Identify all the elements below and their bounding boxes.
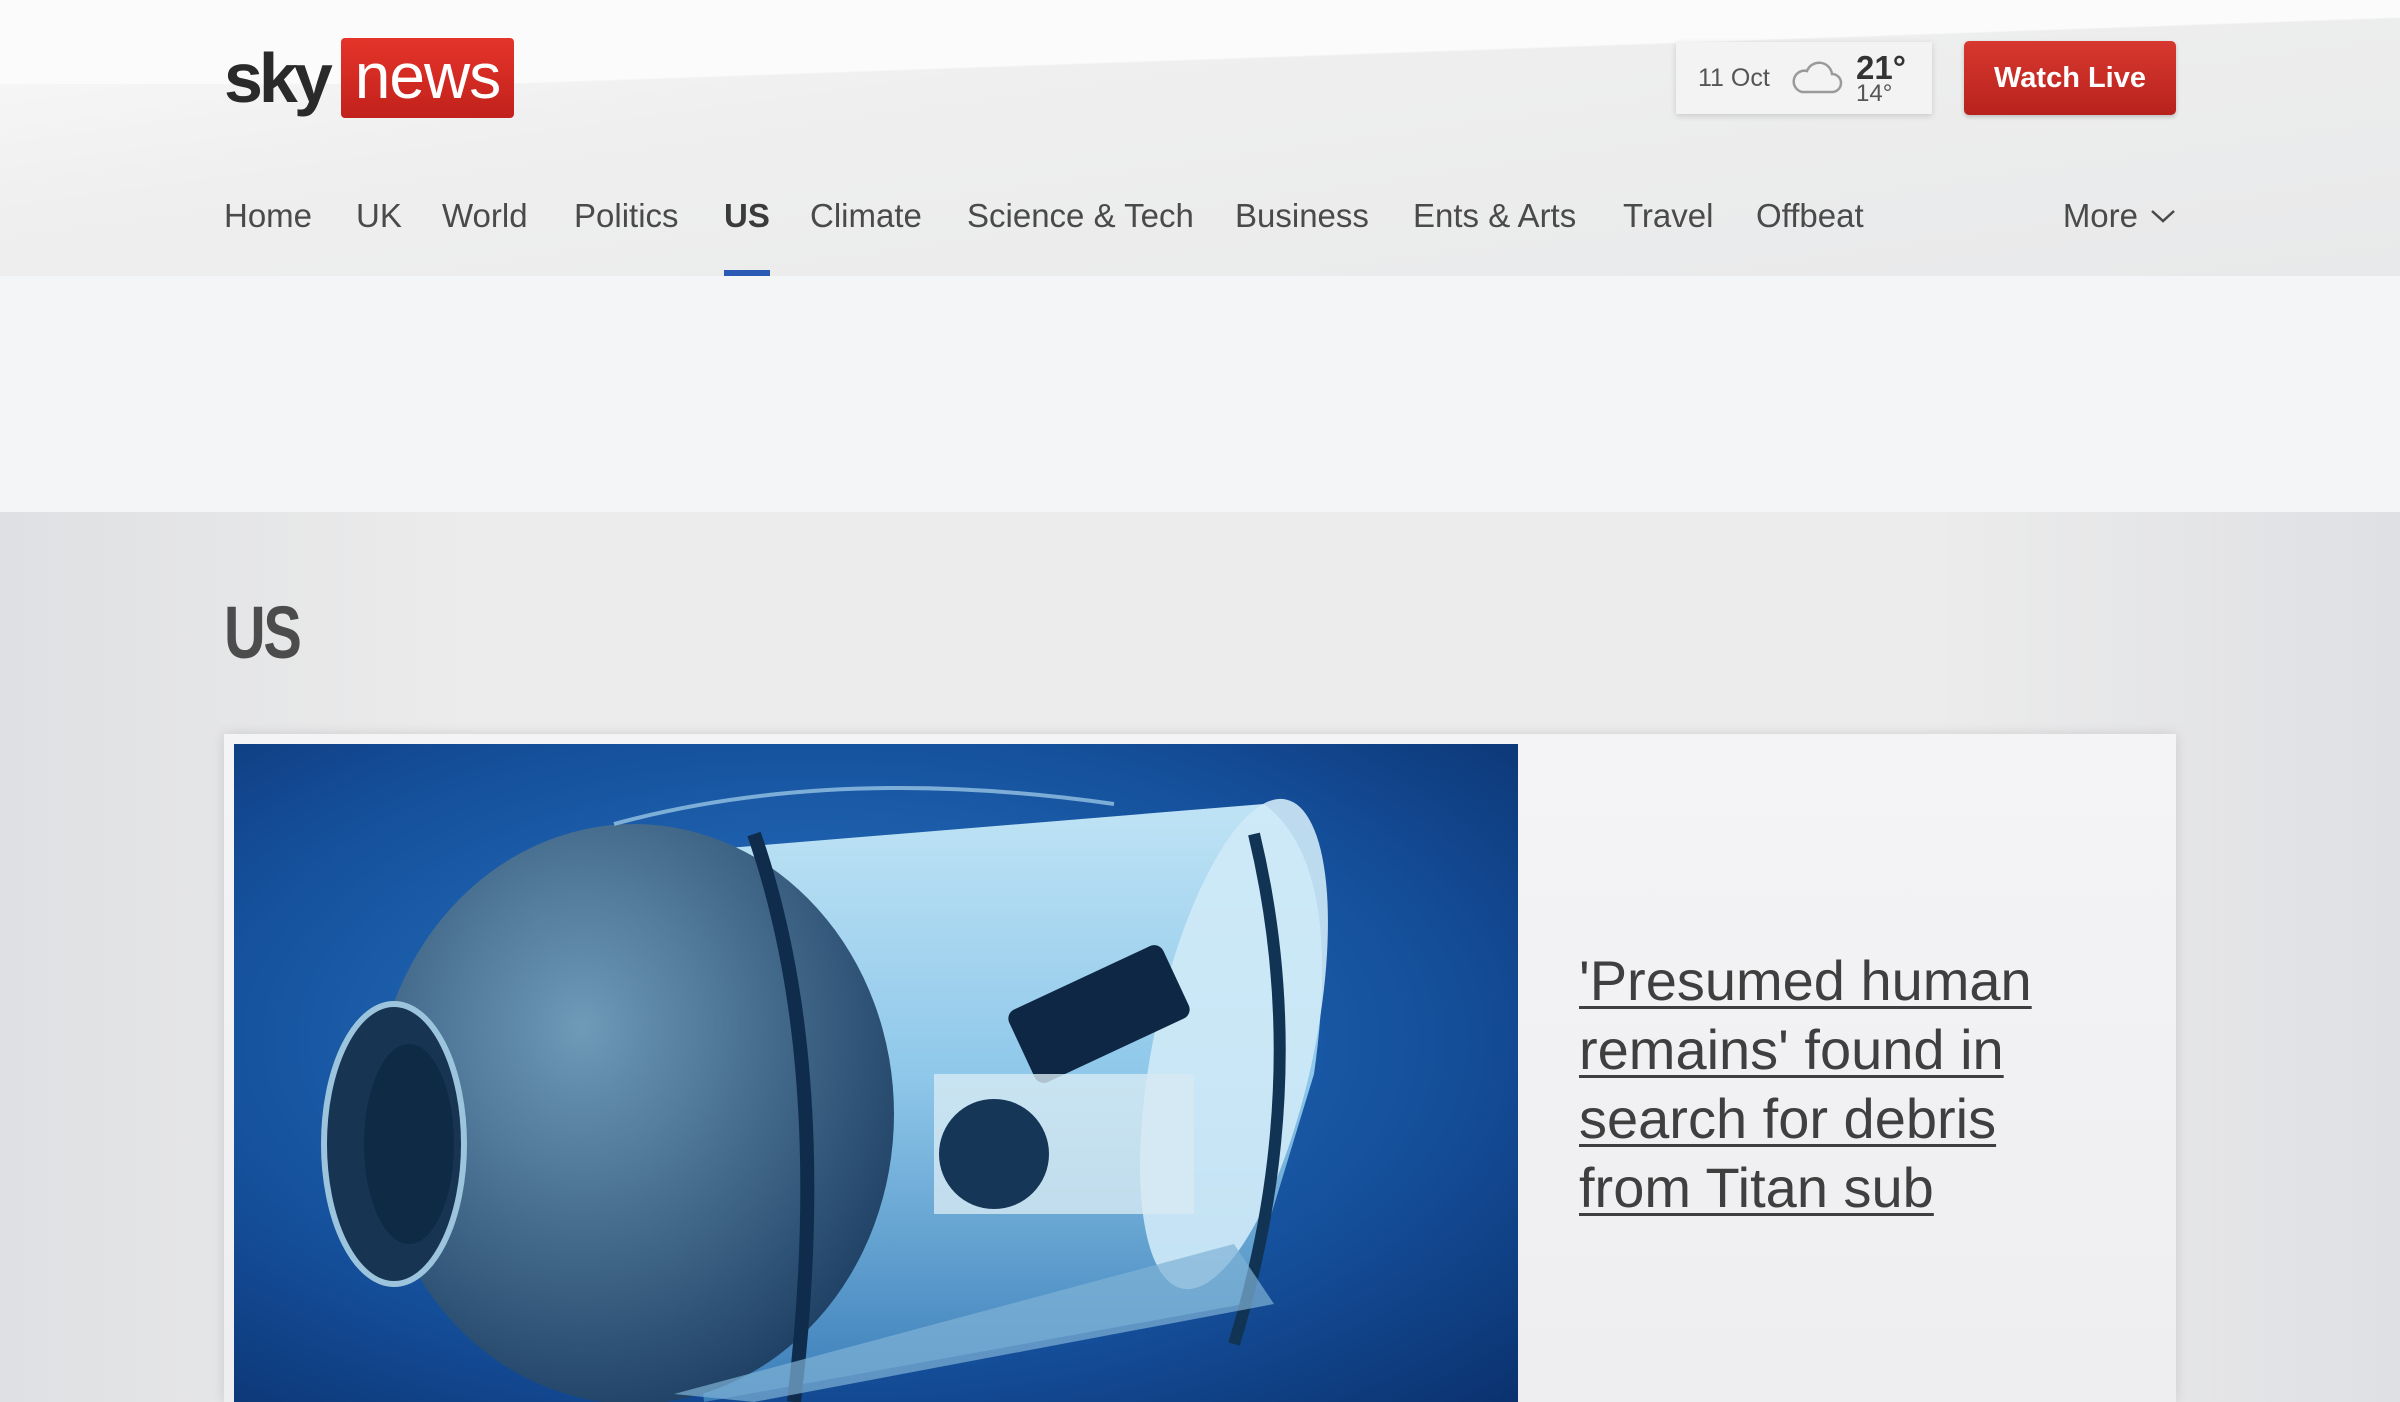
chevron-down-icon — [2151, 210, 2175, 223]
ad-placeholder — [0, 276, 2400, 512]
nav-item-travel[interactable]: Travel — [1623, 186, 1713, 276]
nav-item-offbeat[interactable]: Offbeat — [1756, 186, 1864, 276]
lead-story-card[interactable]: 'Presumed human remains' found in search… — [224, 734, 2176, 1402]
weather-temps: 21° 14° — [1856, 51, 1906, 106]
nav-item-us[interactable]: US — [724, 186, 770, 276]
nav-item-uk[interactable]: UK — [356, 186, 402, 276]
main-nav: Home UK World Politics US Climate Scienc… — [224, 186, 2176, 276]
submersible-photo[interactable] — [234, 744, 1518, 1402]
nav-item-politics[interactable]: Politics — [574, 186, 679, 276]
lead-story-headline[interactable]: 'Presumed human remains' found in search… — [1579, 946, 2099, 1222]
submersible-image — [234, 744, 1518, 1402]
nav-item-world[interactable]: World — [442, 186, 528, 276]
logo-news-text: news — [340, 38, 515, 118]
nav-item-business[interactable]: Business — [1235, 186, 1369, 276]
logo-sky-text: sky — [224, 39, 333, 117]
watch-live-button[interactable]: Watch Live — [1964, 41, 2176, 115]
weather-low: 14° — [1856, 79, 1893, 107]
nav-item-climate[interactable]: Climate — [810, 186, 922, 276]
nav-item-home[interactable]: Home — [224, 186, 312, 276]
sky-news-logo[interactable]: sky news — [224, 38, 515, 118]
section-title: US — [224, 591, 302, 674]
nav-item-science-tech[interactable]: Science & Tech — [967, 186, 1194, 276]
nav-item-ents-arts[interactable]: Ents & Arts — [1413, 186, 1576, 276]
cloud-icon — [1792, 61, 1843, 94]
weather-high: 21° — [1856, 48, 1906, 86]
weather-widget[interactable]: 11 Oct 21° 14° — [1676, 42, 1932, 114]
more-label: More — [2062, 197, 2138, 234]
more-menu[interactable]: More — [2063, 186, 2176, 246]
weather-date: 11 Oct — [1698, 63, 1770, 92]
